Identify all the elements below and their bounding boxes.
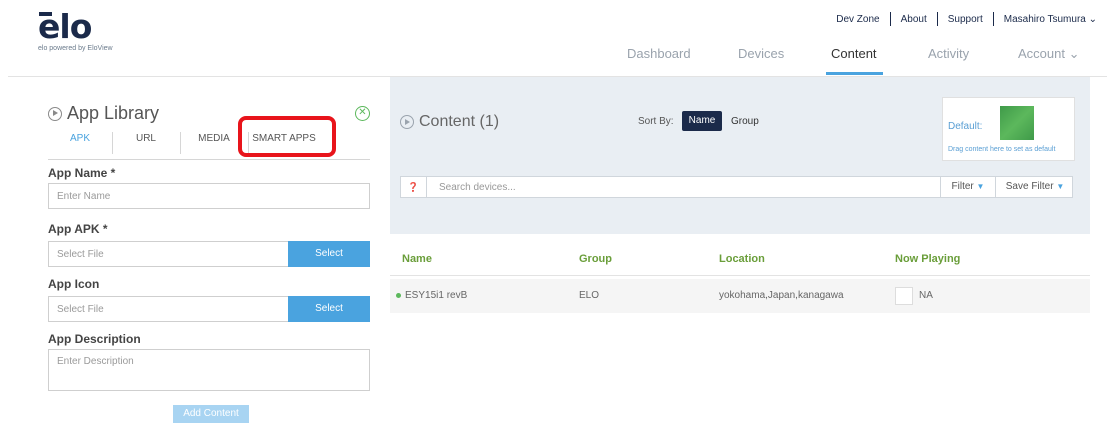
app-icon-file-input[interactable]: Select File xyxy=(48,296,288,322)
column-header-now-playing[interactable]: Now Playing xyxy=(895,253,960,265)
app-apk-select-button[interactable]: Select xyxy=(288,241,370,267)
tab-url[interactable]: URL xyxy=(112,132,180,159)
dev-zone-link[interactable]: Dev Zone xyxy=(836,14,879,25)
default-content-dropzone[interactable]: Default: Drag content here to set as def… xyxy=(942,97,1075,161)
app-apk-label: App APK * xyxy=(48,222,108,236)
divider xyxy=(889,12,891,26)
now-playing-thumbnail xyxy=(895,287,913,305)
nav-dashboard[interactable]: Dashboard xyxy=(627,46,691,61)
content-panel: Content (1) Sort By: Name Group Default:… xyxy=(390,77,1106,423)
nav-account[interactable]: Account ⌄ xyxy=(1018,46,1079,62)
online-status-dot xyxy=(396,292,401,298)
content-title: Content (1) xyxy=(400,113,499,131)
main-nav: Dashboard Devices Content Activity Accou… xyxy=(0,46,1107,76)
divider xyxy=(992,12,994,26)
device-search-bar: ❓ Search devices... Filter ▼ Save Filter… xyxy=(400,176,1073,198)
support-link[interactable]: Support xyxy=(948,14,983,25)
help-icon[interactable]: ❓ xyxy=(401,177,427,197)
tab-apk[interactable]: APK xyxy=(48,132,112,159)
now-playing-cell: NA xyxy=(919,290,933,301)
default-content-thumbnail xyxy=(1000,106,1034,140)
caret-down-icon: ▼ xyxy=(976,182,985,191)
filter-label: Filter xyxy=(951,181,974,192)
app-name-input[interactable]: Enter Name xyxy=(48,183,370,209)
sort-by-name-button[interactable]: Name xyxy=(682,111,722,131)
app-library-title: App Library xyxy=(48,103,159,124)
device-name: ESY15i1 revB xyxy=(405,290,468,301)
nav-activity[interactable]: Activity xyxy=(928,46,969,61)
device-location-cell: yokohama,Japan,kanagawa xyxy=(719,290,844,301)
add-content-button[interactable]: Add Content xyxy=(173,405,249,423)
sort-by-group-button[interactable]: Group xyxy=(731,116,759,127)
play-circle-icon xyxy=(400,115,414,129)
user-menu[interactable]: Masahiro Tsumura ⌄ xyxy=(1004,14,1097,25)
app-name-label: App Name * xyxy=(48,166,116,180)
logo-wordmark: elo xyxy=(38,7,92,46)
filter-button[interactable]: Filter ▼ xyxy=(940,177,995,197)
caret-down-icon: ▼ xyxy=(1056,182,1065,191)
smart-apps-highlight xyxy=(238,116,336,157)
device-name-cell[interactable]: ESY15i1 revB xyxy=(396,290,467,301)
app-library-title-text: App Library xyxy=(67,103,160,123)
app-apk-file-input[interactable]: Select File xyxy=(48,241,288,267)
save-filter-label: Save Filter xyxy=(1005,181,1054,192)
nav-content[interactable]: Content xyxy=(831,46,877,61)
app-icon-label: App Icon xyxy=(48,277,100,291)
app-description-label: App Description xyxy=(48,332,141,346)
content-title-text: Content (1) xyxy=(419,113,500,130)
column-header-location[interactable]: Location xyxy=(719,253,765,265)
save-filter-button[interactable]: Save Filter ▼ xyxy=(995,177,1074,197)
top-links: Dev Zone About Support Masahiro Tsumura … xyxy=(836,12,1107,26)
logo-bar xyxy=(39,12,52,16)
default-label: Default: xyxy=(948,121,983,132)
search-input[interactable]: Search devices... xyxy=(439,182,516,193)
column-header-name[interactable]: Name xyxy=(402,253,432,265)
column-header-group[interactable]: Group xyxy=(579,253,612,265)
nav-devices[interactable]: Devices xyxy=(738,46,784,61)
divider xyxy=(936,12,938,26)
play-circle-icon xyxy=(48,106,62,121)
table-header-divider xyxy=(390,275,1090,276)
active-nav-indicator xyxy=(826,72,883,75)
app-description-input[interactable]: Enter Description xyxy=(48,349,370,391)
sort-by-label: Sort By: xyxy=(638,116,674,127)
close-icon[interactable]: ✕ xyxy=(355,106,370,121)
about-link[interactable]: About xyxy=(901,14,927,25)
default-hint: Drag content here to set as default xyxy=(948,146,1056,153)
device-group-cell: ELO xyxy=(579,290,600,301)
app-icon-select-button[interactable]: Select xyxy=(288,296,370,322)
